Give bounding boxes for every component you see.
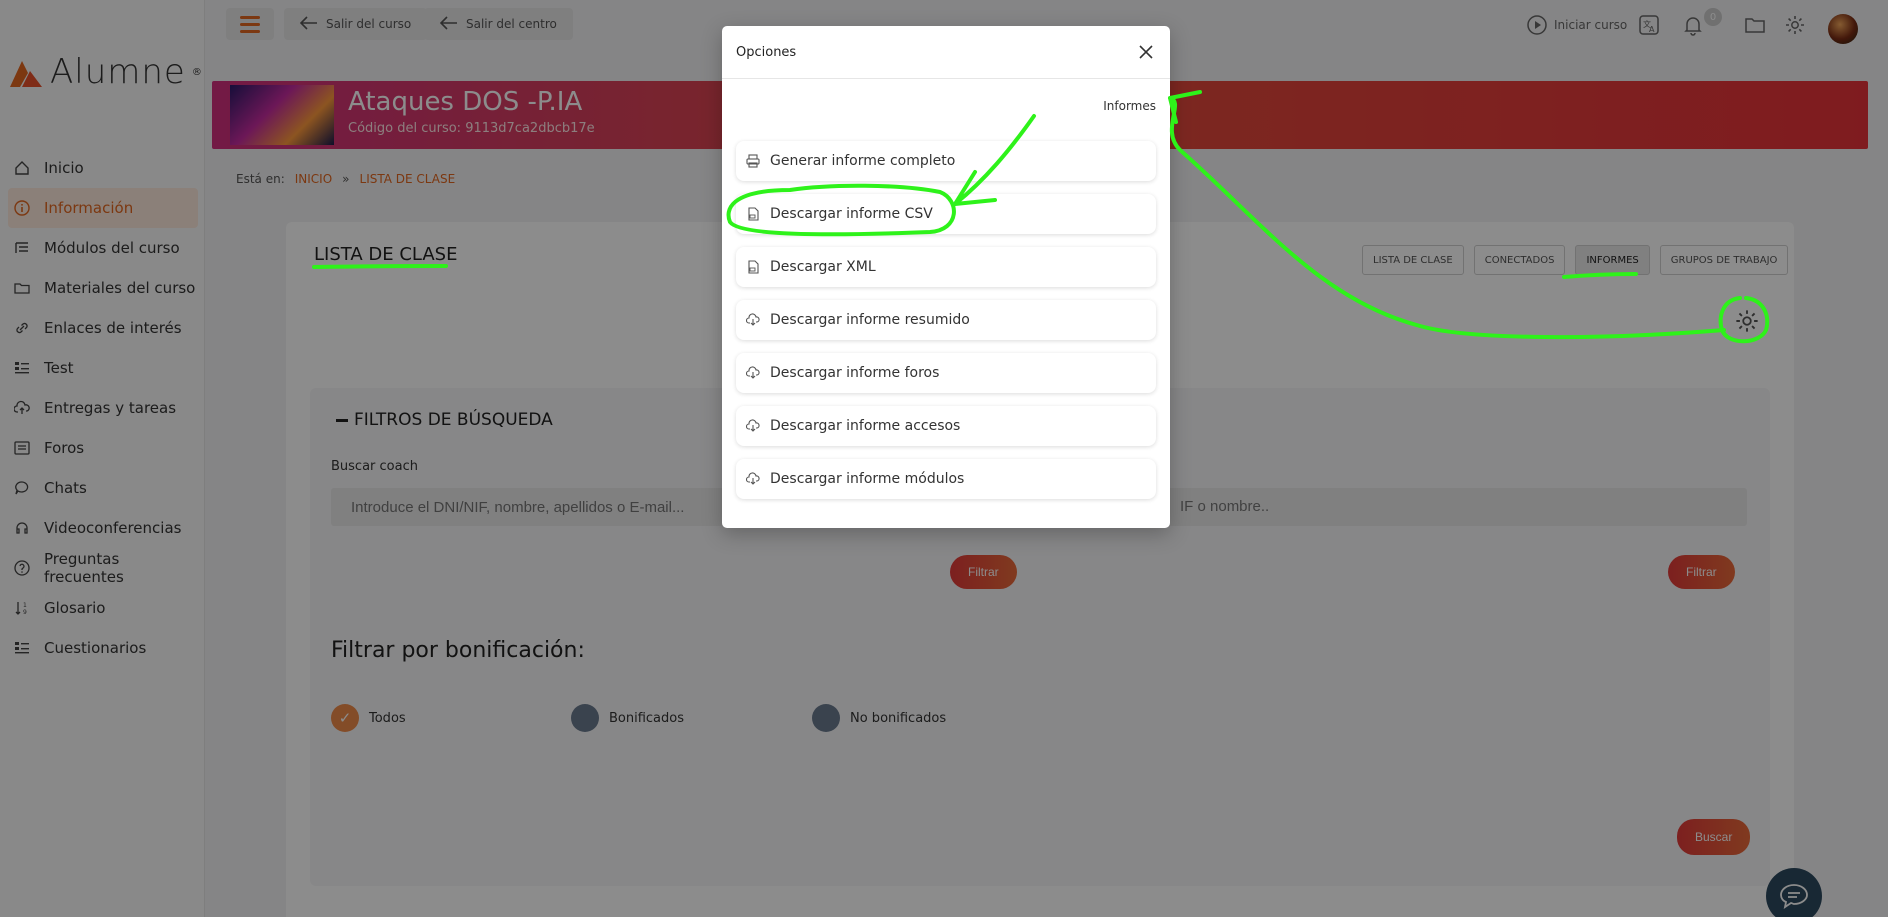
option-label: Descargar informe accesos (770, 418, 961, 434)
close-button[interactable] (1134, 40, 1158, 64)
cloud-download-icon (746, 366, 760, 380)
modal-section-title: Informes (1103, 99, 1156, 113)
report-options-list: Generar informe completo Descargar infor… (736, 141, 1156, 512)
cloud-download-icon (746, 472, 760, 486)
download-access-report-button[interactable]: Descargar informe accesos (736, 406, 1156, 446)
download-summary-report-button[interactable]: Descargar informe resumido (736, 300, 1156, 340)
printer-icon (746, 154, 760, 168)
cloud-download-icon (746, 313, 760, 327)
download-forums-report-button[interactable]: Descargar informe foros (736, 353, 1156, 393)
close-icon (1139, 45, 1153, 59)
option-label: Descargar informe foros (770, 365, 940, 381)
csv-file-icon (746, 207, 760, 221)
option-label: Descargar informe módulos (770, 471, 965, 487)
download-xml-button[interactable]: Descargar XML (736, 247, 1156, 287)
generate-full-report-button[interactable]: Generar informe completo (736, 141, 1156, 181)
xml-file-icon (746, 260, 760, 274)
cloud-download-icon (746, 419, 760, 433)
option-label: Generar informe completo (770, 153, 956, 169)
download-csv-report-button[interactable]: Descargar informe CSV (736, 194, 1156, 234)
option-label: Descargar informe resumido (770, 312, 970, 328)
download-modules-report-button[interactable]: Descargar informe módulos (736, 459, 1156, 499)
modal-title: Opciones (736, 44, 797, 60)
options-modal: Opciones Informes Generar informe comple… (722, 26, 1170, 528)
option-label: Descargar XML (770, 259, 876, 275)
modal-header: Opciones (722, 26, 1170, 79)
option-label: Descargar informe CSV (770, 206, 933, 222)
